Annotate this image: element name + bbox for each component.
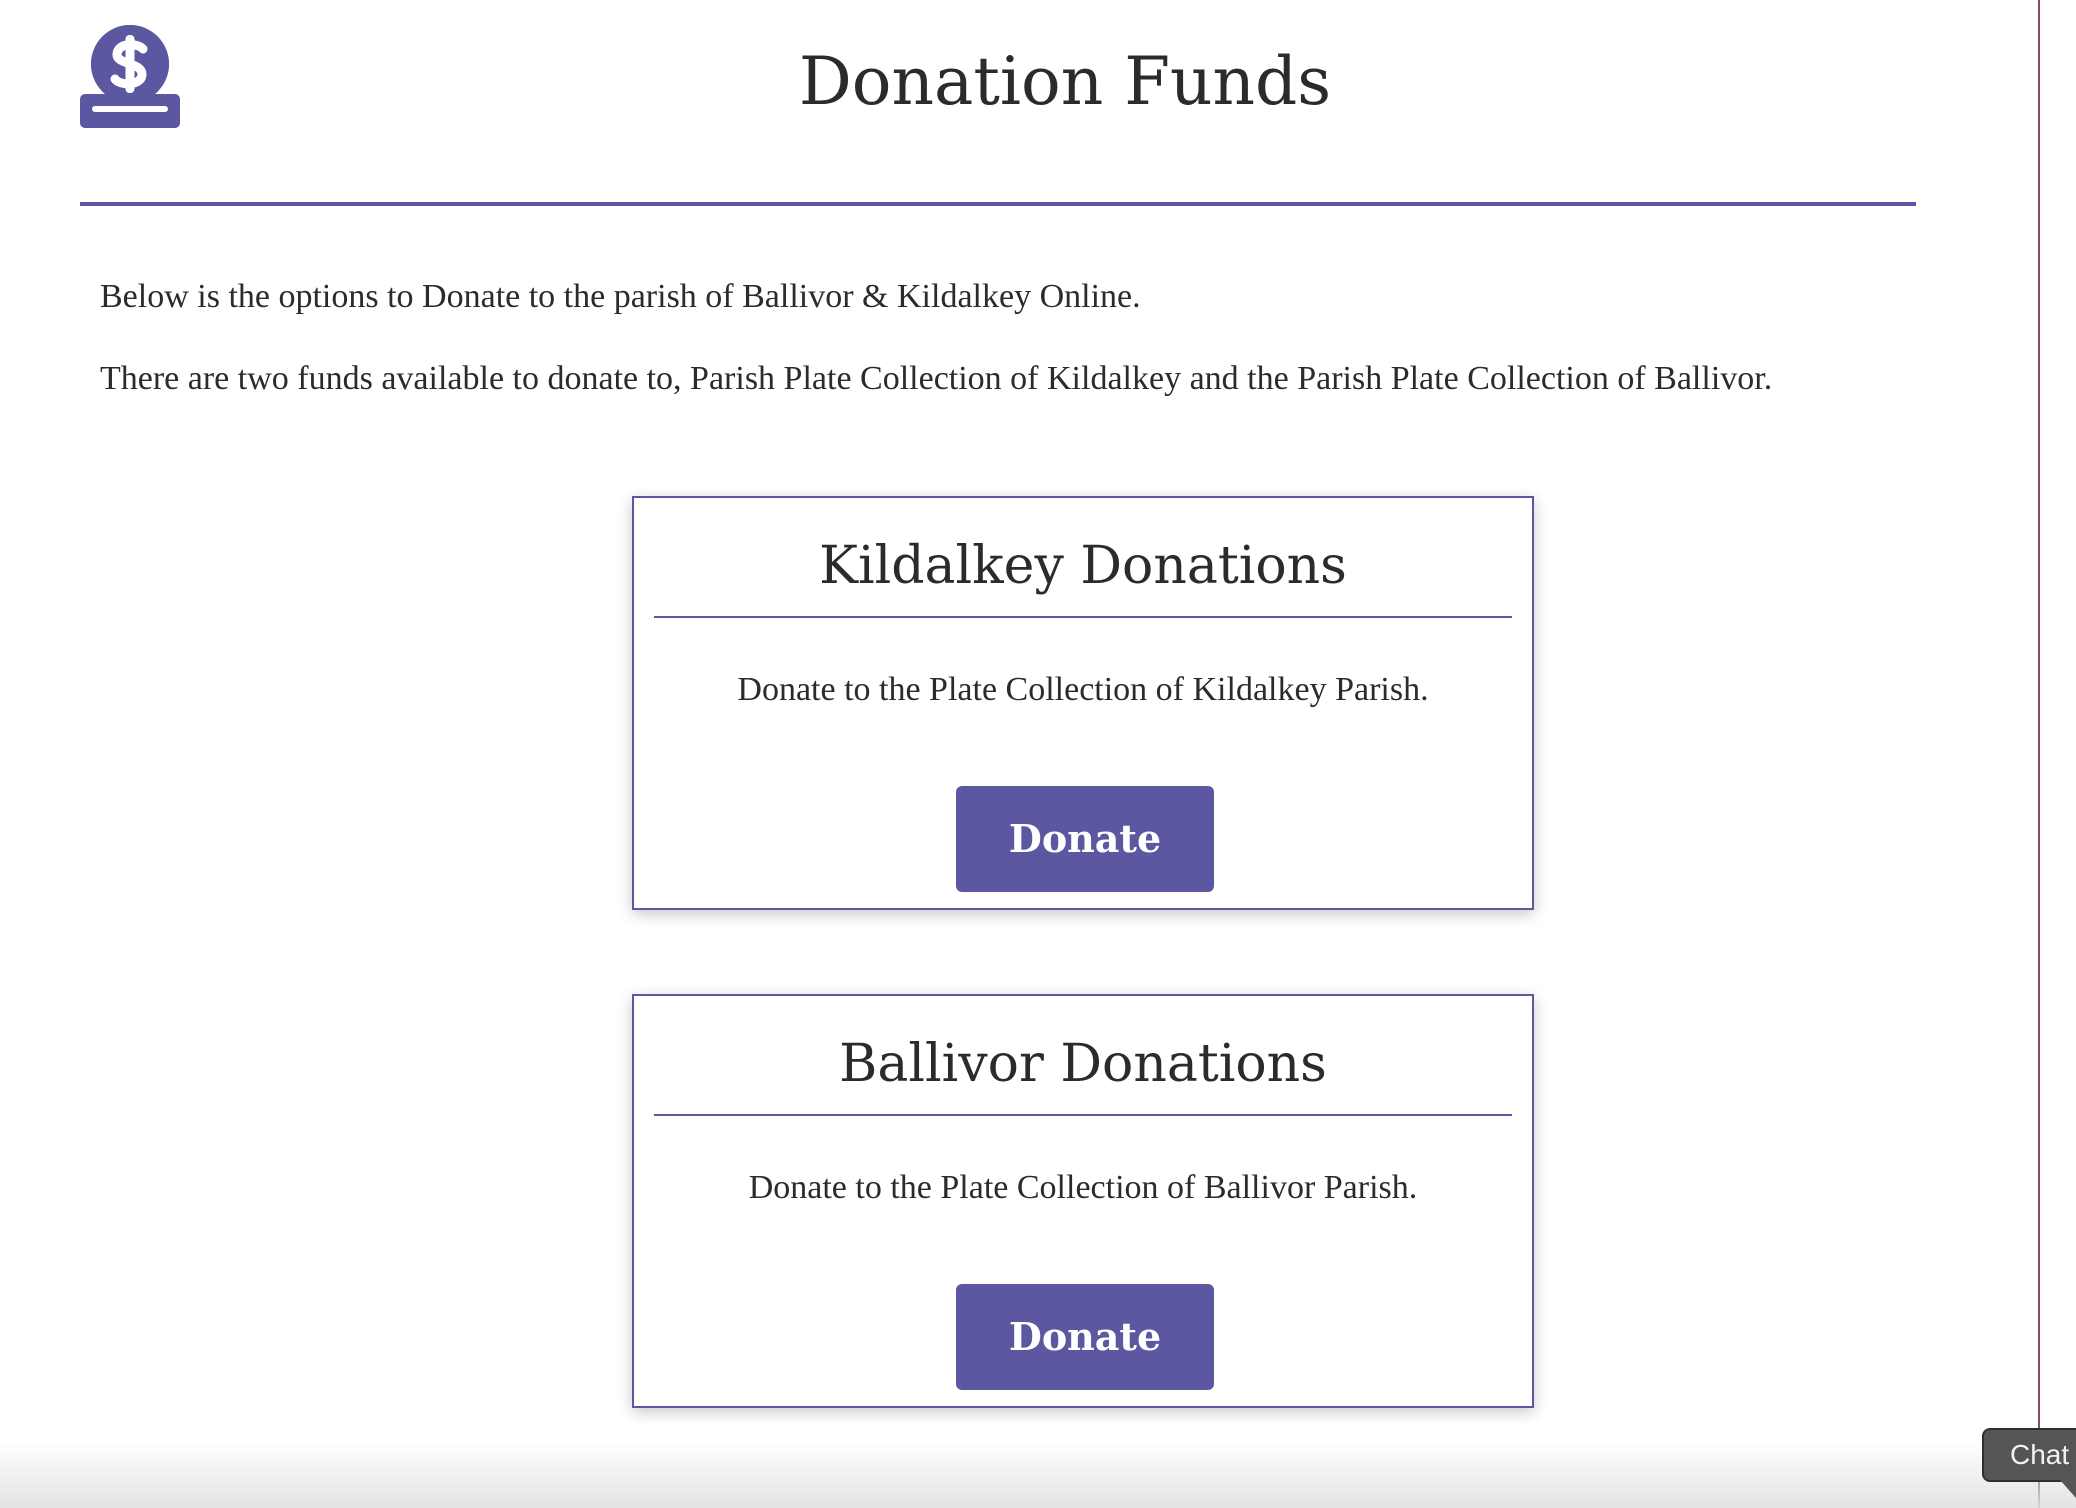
- kildalkey-donate-button[interactable]: Donate: [956, 786, 1214, 892]
- ballivor-donate-button[interactable]: Donate: [956, 1284, 1214, 1390]
- page-title: Donation Funds: [798, 43, 1332, 120]
- card-title: Ballivor Donations: [839, 1034, 1327, 1094]
- ballivor-donation-card: Ballivor Donations Donate to the Plate C…: [632, 994, 1534, 1408]
- title-divider: [80, 202, 1916, 206]
- card-title: Kildalkey Donations: [819, 536, 1347, 596]
- chat-bubble-tail: [2060, 1480, 2076, 1498]
- intro-paragraph-1: Below is the options to Donate to the pa…: [100, 278, 1141, 315]
- kildalkey-donation-card: Kildalkey Donations Donate to the Plate …: [632, 496, 1534, 910]
- chat-widget-button[interactable]: Chat: [1982, 1428, 2076, 1482]
- card-description: Donate to the Plate Collection of Kildal…: [737, 671, 1429, 708]
- intro-paragraph-2: There are two funds available to donate …: [100, 360, 1773, 397]
- bottom-shadow: [0, 1440, 2076, 1508]
- card-description: Donate to the Plate Collection of Balliv…: [748, 1169, 1418, 1206]
- page-edge-divider: [2038, 0, 2040, 1508]
- card-divider: [654, 616, 1512, 618]
- page: Donation Funds Below is the options to D…: [0, 0, 2076, 1508]
- card-divider: [654, 1114, 1512, 1116]
